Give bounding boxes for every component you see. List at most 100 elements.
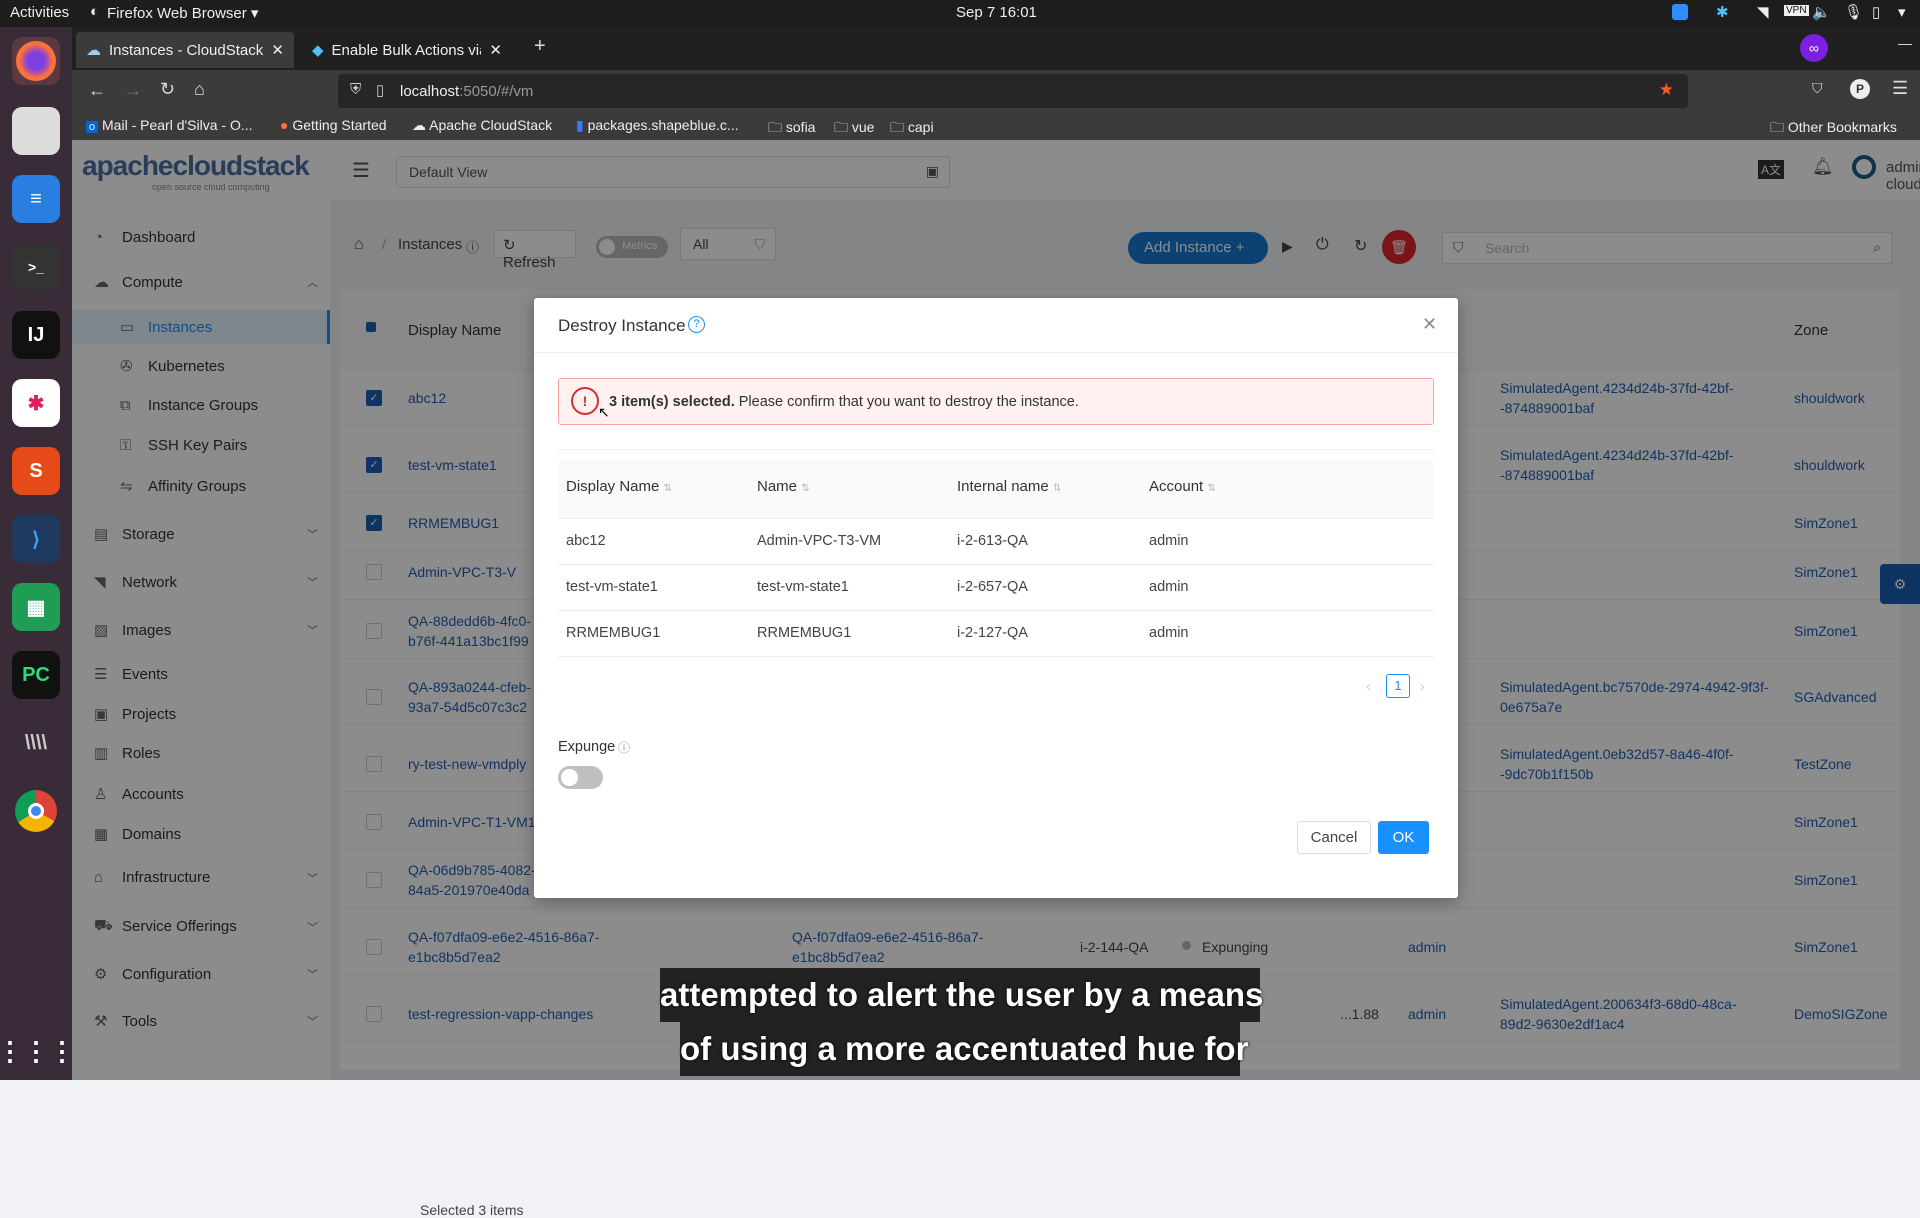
page-1-button[interactable]: 1 [1386,674,1410,698]
account-icon[interactable]: P [1850,79,1870,99]
sort-icon[interactable]: ⇅ [1207,483,1215,494]
ok-button[interactable]: OK [1378,821,1429,854]
folder-icon: 🗀 [890,119,904,135]
cell: i-2-127-QA [957,625,1028,641]
bookmark-label: Other Bookmarks [1787,119,1897,135]
system-menu-chevron-icon[interactable]: ▾ [1898,3,1906,21]
wifi-icon[interactable]: ◥ [1757,3,1769,21]
tab-label: Enable Bulk Actions via th [331,41,482,59]
cell: abc12 [566,533,606,549]
os-top-bar: Activities ◐ Firefox Web Browser ▾ Sep 7… [0,0,1920,27]
bookmark-favicon: ▮ [576,117,584,133]
close-icon[interactable]: ✕ [1422,314,1437,335]
vpn-icon[interactable]: VPN [1784,5,1809,16]
slack-tray-icon[interactable]: ✱ [1716,3,1729,21]
bookmark-star-icon[interactable]: ★ [1659,80,1674,100]
cloudstack-icon: ☁ [412,117,426,133]
expunge-toggle[interactable] [558,766,603,789]
microphone-icon[interactable]: 🎙 [1844,3,1863,21]
column-name[interactable]: Name ⇅ [757,478,810,495]
bookmark-mail[interactable]: o Mail - Pearl d'Silva - O... [86,117,253,133]
exclamation-icon: ! [571,387,599,415]
zoom-icon[interactable] [1672,4,1688,20]
column-label: Account [1149,478,1204,495]
bookmark-label: Getting Started [292,117,387,133]
app-menu[interactable]: Firefox Web Browser ▾ [107,4,258,22]
bookmark-folder-capi[interactable]: 🗀 capi [890,117,934,141]
shield-icon[interactable]: ⛨ [350,81,361,98]
app-menu-label: Firefox Web Browser [107,5,247,22]
bookmark-folder-vue[interactable]: 🗀 vue [834,117,874,141]
cloudstack-favicon: ☁ [86,42,101,59]
url-bar[interactable]: ⛨ ▯ localhost:5050/#/vm ★ [338,74,1688,108]
column-display-name[interactable]: Display Name ⇅ [566,478,672,495]
url-host: localhost [400,82,460,100]
bookmark-packages[interactable]: ▮ packages.shapeblue.c... [576,117,739,134]
column-account[interactable]: Account ⇅ [1149,478,1216,495]
sort-icon[interactable]: ⇅ [1053,483,1061,494]
slack-icon[interactable]: ✱ [12,379,60,427]
tab-instances[interactable]: ☁ Instances - CloudStack ✕ [76,32,294,68]
bookmark-label: capi [907,119,934,135]
files-icon[interactable] [12,107,60,155]
battery-icon[interactable]: ▯ [1872,3,1880,21]
back-icon[interactable]: ← [88,80,106,101]
private-browsing-icon: ∞ [1800,34,1828,62]
bookmark-getting-started[interactable]: ● Getting Started [280,117,387,133]
close-tab-icon[interactable]: ✕ [271,41,284,59]
next-page-icon[interactable]: › [1420,678,1425,694]
cell: i-2-657-QA [957,579,1028,595]
column-internal-name[interactable]: Internal name ⇅ [957,478,1061,495]
sort-icon[interactable]: ⇅ [801,483,809,494]
minimize-icon[interactable]: — [1898,35,1912,51]
toggle-knob [561,769,578,786]
vscode-icon[interactable]: ⟩ [12,515,60,563]
firefox-dock-icon[interactable] [12,37,60,85]
pycharm-icon[interactable]: PC [12,651,60,699]
alert-text: Please confirm that you want to destroy … [734,394,1079,410]
folder-icon: 🗀 [1770,119,1784,135]
activities-button[interactable]: Activities [10,4,69,21]
table-row: RRMEMBUG1 RRMEMBUG1 i-2-127-QA admin [558,611,1434,657]
writer-icon[interactable]: ≡ [12,175,60,223]
bookmark-apache-cloudstack[interactable]: ☁ Apache CloudStack [412,117,552,134]
tab-enable-bulk-actions[interactable]: ◆ Enable Bulk Actions via th ✕ [302,32,512,68]
reload-icon[interactable]: ↻ [160,79,175,100]
intellij-icon[interactable]: IJ [12,311,60,359]
vm-icon[interactable]: \\\\ [12,719,60,767]
table-row: abc12 Admin-VPC-T3-VM i-2-613-QA admin [558,519,1434,565]
info-icon[interactable]: ⓘ [618,739,630,756]
firefox-icon: ● [280,117,289,133]
pocket-icon[interactable]: ⛉ [1812,80,1823,97]
cancel-button[interactable]: Cancel [1297,821,1371,854]
new-tab-icon[interactable]: + [534,35,546,58]
chrome-icon[interactable] [12,787,60,835]
cell: Admin-VPC-T3-VM [757,533,882,549]
bookmark-folder-sofia[interactable]: 🗀 sofia [768,117,815,141]
home-icon[interactable]: ⌂ [194,79,205,100]
mouse-cursor: ↖ [598,404,610,420]
sort-icon[interactable]: ⇅ [664,483,672,494]
sublime-icon[interactable]: S [12,447,60,495]
other-bookmarks[interactable]: 🗀 Other Bookmarks [1770,117,1897,141]
folder-icon: 🗀 [768,119,782,135]
calc-icon[interactable]: ▦ [12,583,60,631]
menu-icon[interactable]: ☰ [1892,78,1908,99]
dialog-title: Destroy Instance [558,316,686,335]
cell: RRMEMBUG1 [757,625,852,641]
cell: admin [1149,533,1189,549]
terminal-icon[interactable]: >_ [12,243,60,291]
destroy-instance-dialog: Destroy Instance ? ✕ ! 3 item(s) selecte… [534,298,1458,898]
clock[interactable]: Sep 7 16:01 [956,4,1037,21]
prev-page-icon[interactable]: ‹ [1366,678,1371,694]
selected-count: Selected 3 items [420,1202,524,1218]
favicon: ◆ [312,42,324,59]
help-icon[interactable]: ? [688,316,705,333]
app-grid-icon[interactable]: ⋮⋮⋮ [0,1027,75,1075]
forward-icon[interactable]: → [124,80,142,101]
dock: ≡ >_ IJ ✱ S ⟩ ▦ PC \\\\ ⋮⋮⋮ [0,27,75,1080]
volume-icon[interactable]: 🔈 [1812,3,1831,21]
close-tab-icon[interactable]: ✕ [489,41,502,59]
cell: RRMEMBUG1 [566,625,661,641]
page-icon: ▯ [376,82,385,99]
